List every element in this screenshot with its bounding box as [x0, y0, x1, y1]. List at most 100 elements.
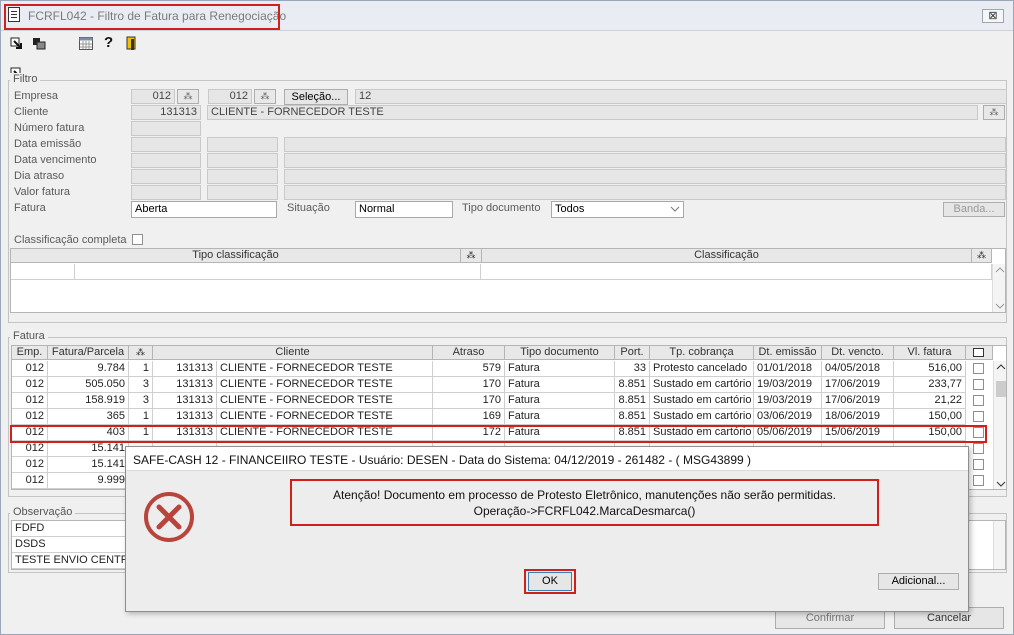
- tipo-documento-select[interactable]: Todos: [551, 201, 684, 218]
- table-cell-valor[interactable]: 21,22: [894, 393, 966, 409]
- table-cell-port[interactable]: 8.851: [615, 393, 650, 409]
- table-cell-parcela[interactable]: 3: [129, 377, 153, 393]
- exit-icon[interactable]: [126, 36, 139, 51]
- fatura-filter-select[interactable]: Aberta: [131, 201, 277, 218]
- row-select-checkbox[interactable]: [973, 395, 984, 406]
- table-cell-fatura[interactable]: 9.784: [48, 361, 129, 377]
- classificacao-cell[interactable]: [75, 264, 481, 280]
- adicional-button[interactable]: Adicional...: [878, 573, 959, 590]
- observacao-scrollbar[interactable]: [993, 521, 1005, 569]
- table-cell-atraso[interactable]: 169: [433, 409, 505, 425]
- arrow-icon[interactable]: [10, 37, 23, 50]
- table-cell-tipo[interactable]: Fatura: [505, 393, 615, 409]
- table-cell-parcela[interactable]: 1: [129, 361, 153, 377]
- table-cell-cliente[interactable]: CLIENTE - FORNECEDOR TESTE: [217, 393, 433, 409]
- cliente-search-button[interactable]: ⁂: [983, 105, 1005, 120]
- table-cell-fatura[interactable]: 365: [48, 409, 129, 425]
- col-dt-emissao[interactable]: Dt. emissão: [754, 346, 822, 360]
- table-cell-emp[interactable]: 012: [12, 441, 48, 457]
- data-emissao-to-field[interactable]: [207, 137, 278, 152]
- empresa-to-field[interactable]: 012: [208, 89, 252, 104]
- empresa-from-search-button[interactable]: ⁂: [177, 89, 199, 104]
- table-cell-cliente-code[interactable]: 131313: [153, 393, 217, 409]
- table-cell-emp[interactable]: 012: [12, 361, 48, 377]
- table-cell-parcela[interactable]: 1: [129, 409, 153, 425]
- col-tipo-documento[interactable]: Tipo documento: [505, 346, 615, 360]
- chevron-down-icon[interactable]: [670, 206, 680, 213]
- table-cell-cliente-code[interactable]: 131313: [153, 409, 217, 425]
- row-select-checkbox[interactable]: [973, 411, 984, 422]
- table-cell-vencto[interactable]: 17/06/2019: [822, 393, 894, 409]
- table-cell-fatura[interactable]: 158.919: [48, 393, 129, 409]
- data-vencimento-to-field[interactable]: [207, 153, 278, 168]
- table-cell-port[interactable]: 33: [615, 361, 650, 377]
- classificacao-cell[interactable]: [11, 264, 75, 280]
- col-tipo-classificacao[interactable]: Tipo classificação: [11, 249, 461, 263]
- table-cell-tipo[interactable]: Fatura: [505, 361, 615, 377]
- table-cell-cliente-code[interactable]: 131313: [153, 377, 217, 393]
- col-fatura-parcela[interactable]: Fatura/Parcela: [48, 346, 129, 360]
- table-cell-cliente[interactable]: CLIENTE - FORNECEDOR TESTE: [217, 409, 433, 425]
- close-button[interactable]: ⊠: [982, 9, 1004, 23]
- cliente-code-field[interactable]: 131313: [131, 105, 201, 120]
- help-icon[interactable]: ?: [104, 34, 113, 51]
- empresa-to-search-button[interactable]: ⁂: [254, 89, 276, 104]
- banda-button[interactable]: Banda...: [943, 202, 1005, 217]
- table-cell-atraso[interactable]: 579: [433, 361, 505, 377]
- observacao-item[interactable]: FDFD: [12, 521, 127, 537]
- table-cell-emp[interactable]: 012: [12, 457, 48, 473]
- table-cell-fatura[interactable]: 15.141: [48, 457, 129, 473]
- dia-atraso-to-field[interactable]: [207, 169, 278, 184]
- table-cell-fatura[interactable]: 15.141: [48, 441, 129, 457]
- table-cell-fatura[interactable]: 9.999: [48, 473, 129, 489]
- table-cell-emissao[interactable]: 01/01/2018: [754, 361, 822, 377]
- data-vencimento-from-field[interactable]: [131, 153, 201, 168]
- col-atraso[interactable]: Atraso: [433, 346, 505, 360]
- table-cell-cliente[interactable]: CLIENTE - FORNECEDOR TESTE: [217, 377, 433, 393]
- table-cell-valor[interactable]: 233,77: [894, 377, 966, 393]
- numero-fatura-field[interactable]: [131, 121, 201, 136]
- valor-fatura-from-field[interactable]: [131, 185, 201, 200]
- table-cell-emissao[interactable]: 19/03/2019: [754, 377, 822, 393]
- table-cell-cobranca[interactable]: Sustado em cartório: [650, 409, 754, 425]
- col-cliente[interactable]: Cliente: [153, 346, 433, 360]
- table-cell-valor[interactable]: 516,00: [894, 361, 966, 377]
- row-select-checkbox[interactable]: [973, 363, 984, 374]
- table-cell-emp[interactable]: 012: [12, 409, 48, 425]
- col-tp-cobranca[interactable]: Tp. cobrança: [650, 346, 754, 360]
- table-cell-fatura[interactable]: 505.050: [48, 377, 129, 393]
- empresa-from-field[interactable]: 012: [131, 89, 175, 104]
- table-cell-vencto[interactable]: 04/05/2018: [822, 361, 894, 377]
- col-select-all[interactable]: [966, 346, 993, 360]
- observacao-item[interactable]: DSDS: [12, 537, 127, 553]
- table-cell-cliente[interactable]: CLIENTE - FORNECEDOR TESTE: [217, 361, 433, 377]
- observacao-item[interactable]: TESTE ENVIO CENTRA: [12, 553, 127, 569]
- col-port[interactable]: Port.: [615, 346, 650, 360]
- col-parcela-search[interactable]: ⁂: [129, 346, 153, 360]
- row-select-checkbox[interactable]: [973, 443, 984, 454]
- table-cell-emp[interactable]: 012: [12, 377, 48, 393]
- dia-atraso-from-field[interactable]: [131, 169, 201, 184]
- valor-fatura-to-field[interactable]: [207, 185, 278, 200]
- table-cell-tipo[interactable]: Fatura: [505, 409, 615, 425]
- table-cell-valor[interactable]: 150,00: [894, 409, 966, 425]
- table-cell-cliente-code[interactable]: 131313: [153, 361, 217, 377]
- table-cell-emp[interactable]: 012: [12, 473, 48, 489]
- row-select-checkbox[interactable]: [973, 379, 984, 390]
- tipo-classificacao-search-button[interactable]: ⁂: [461, 249, 482, 263]
- calendar-icon[interactable]: [79, 37, 93, 50]
- selecao-button[interactable]: Seleção...: [284, 89, 348, 105]
- table-cell-vencto[interactable]: 18/06/2019: [822, 409, 894, 425]
- table-cell-cobranca[interactable]: Sustado em cartório: [650, 377, 754, 393]
- col-emp[interactable]: Emp.: [12, 346, 48, 360]
- table-cell-port[interactable]: 8.851: [615, 377, 650, 393]
- classificacao-scrollbar[interactable]: [992, 264, 1005, 312]
- table-cell-cobranca[interactable]: Sustado em cartório: [650, 393, 754, 409]
- situacao-select[interactable]: Normal: [355, 201, 453, 218]
- fatura-scrollbar[interactable]: [993, 361, 1006, 489]
- table-cell-tipo[interactable]: Fatura: [505, 377, 615, 393]
- table-cell-emissao[interactable]: 19/03/2019: [754, 393, 822, 409]
- classificacao-completa-checkbox[interactable]: [132, 234, 143, 245]
- col-classificacao[interactable]: Classificação: [482, 249, 972, 263]
- ok-button[interactable]: OK: [528, 572, 572, 591]
